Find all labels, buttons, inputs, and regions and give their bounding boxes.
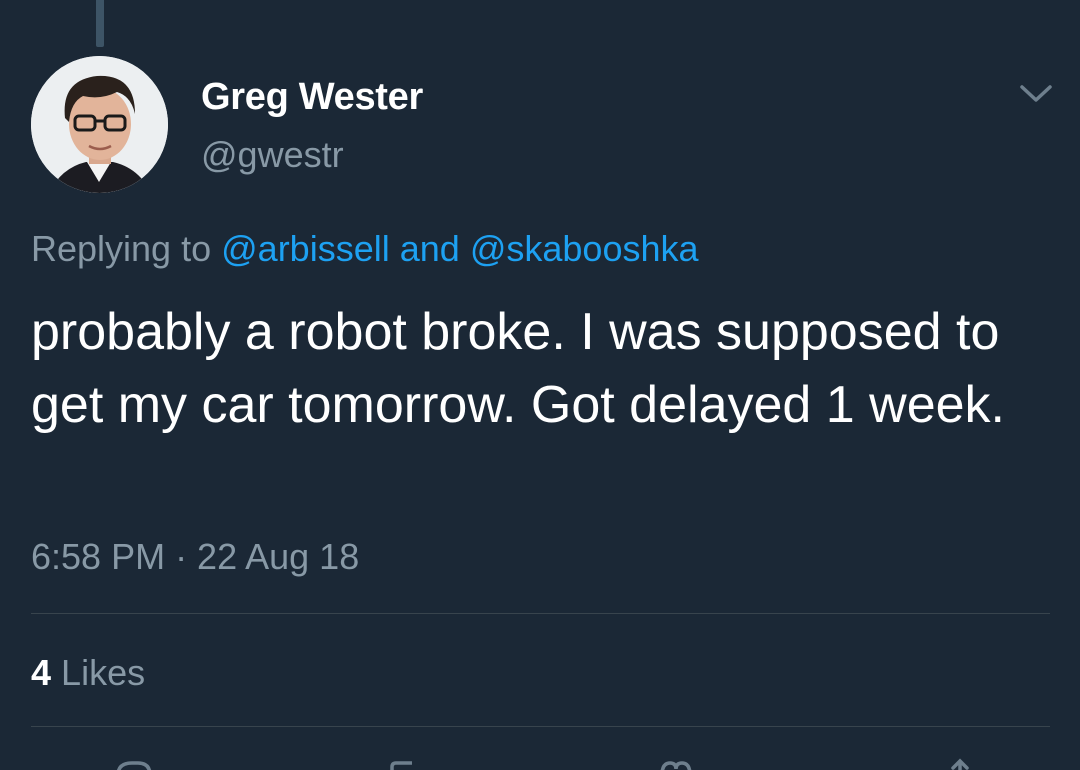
- avatar-image: [31, 56, 168, 193]
- thread-connector-line: [96, 0, 104, 47]
- chevron-down-icon[interactable]: [1016, 78, 1056, 108]
- divider-top: [31, 613, 1050, 614]
- share-icon[interactable]: [938, 755, 982, 770]
- avatar[interactable]: [31, 56, 168, 193]
- likes-count: 4: [31, 652, 52, 693]
- tweet-detail-page: Greg Wester @gwestr Replying to @arbisse…: [0, 0, 1080, 770]
- author-name[interactable]: Greg Wester: [201, 76, 423, 119]
- reply-icon[interactable]: [112, 755, 156, 770]
- replying-to-label: Replying to: [31, 228, 212, 269]
- replying-conjunction: and: [399, 228, 460, 269]
- likes-stat[interactable]: 4 Likes: [31, 652, 145, 694]
- mention-link-skabooshka[interactable]: @skabooshka: [470, 228, 699, 269]
- likes-label: Likes: [61, 652, 146, 693]
- replying-to-line: Replying to @arbissell and @skabooshka: [31, 228, 699, 270]
- tweet-action-bar: [0, 755, 1080, 770]
- author-handle[interactable]: @gwestr: [201, 134, 344, 176]
- tweet-text: probably a robot broke. I was supposed t…: [31, 303, 1005, 434]
- divider-bottom: [31, 726, 1050, 727]
- mention-link-arbissell[interactable]: @arbissell: [221, 228, 390, 269]
- like-icon[interactable]: [654, 755, 698, 770]
- tweet-timestamp[interactable]: 6:58 PM · 22 Aug 18: [31, 536, 359, 578]
- retweet-icon[interactable]: [384, 755, 428, 770]
